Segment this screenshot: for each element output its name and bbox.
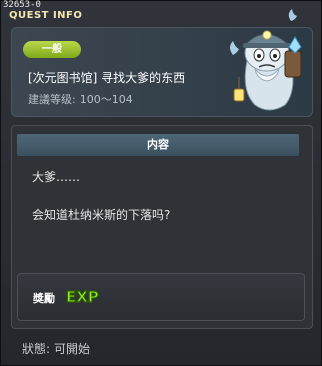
quest-id: 32653-0 [3,0,41,10]
status-value: 可開始 [54,342,91,356]
quest-info-window: 32653-0 QUEST INFO 一般 [次元图书馆] 寻找大爹的东西 建議… [0,0,322,366]
recommended-level: 建議等级: 100～104 [28,91,137,107]
content-header: 内容 [17,134,299,156]
reward-box [17,273,305,321]
window-title: QUEST INFO [9,10,83,21]
recommended-level-label: 建議等级: [28,93,76,106]
reward-label: 獎勵 [33,292,55,305]
exp-icon[interactable]: EXP [65,285,101,307]
status-label: 狀態: [22,342,51,356]
exp-icon-text: EXP [66,288,99,306]
content-line-2: 会知道杜纳米斯的下落吗? [32,208,171,222]
quest-name: [次元图书馆] 寻找大爹的东西 [28,71,186,85]
content-line-1: 大爹…… [32,170,81,184]
category-badge: 一般 [23,41,81,58]
npc-ghost-miner-icon [230,9,302,111]
recommended-level-value: 100～104 [79,93,133,106]
quest-status: 狀態: 可開始 [22,340,94,357]
